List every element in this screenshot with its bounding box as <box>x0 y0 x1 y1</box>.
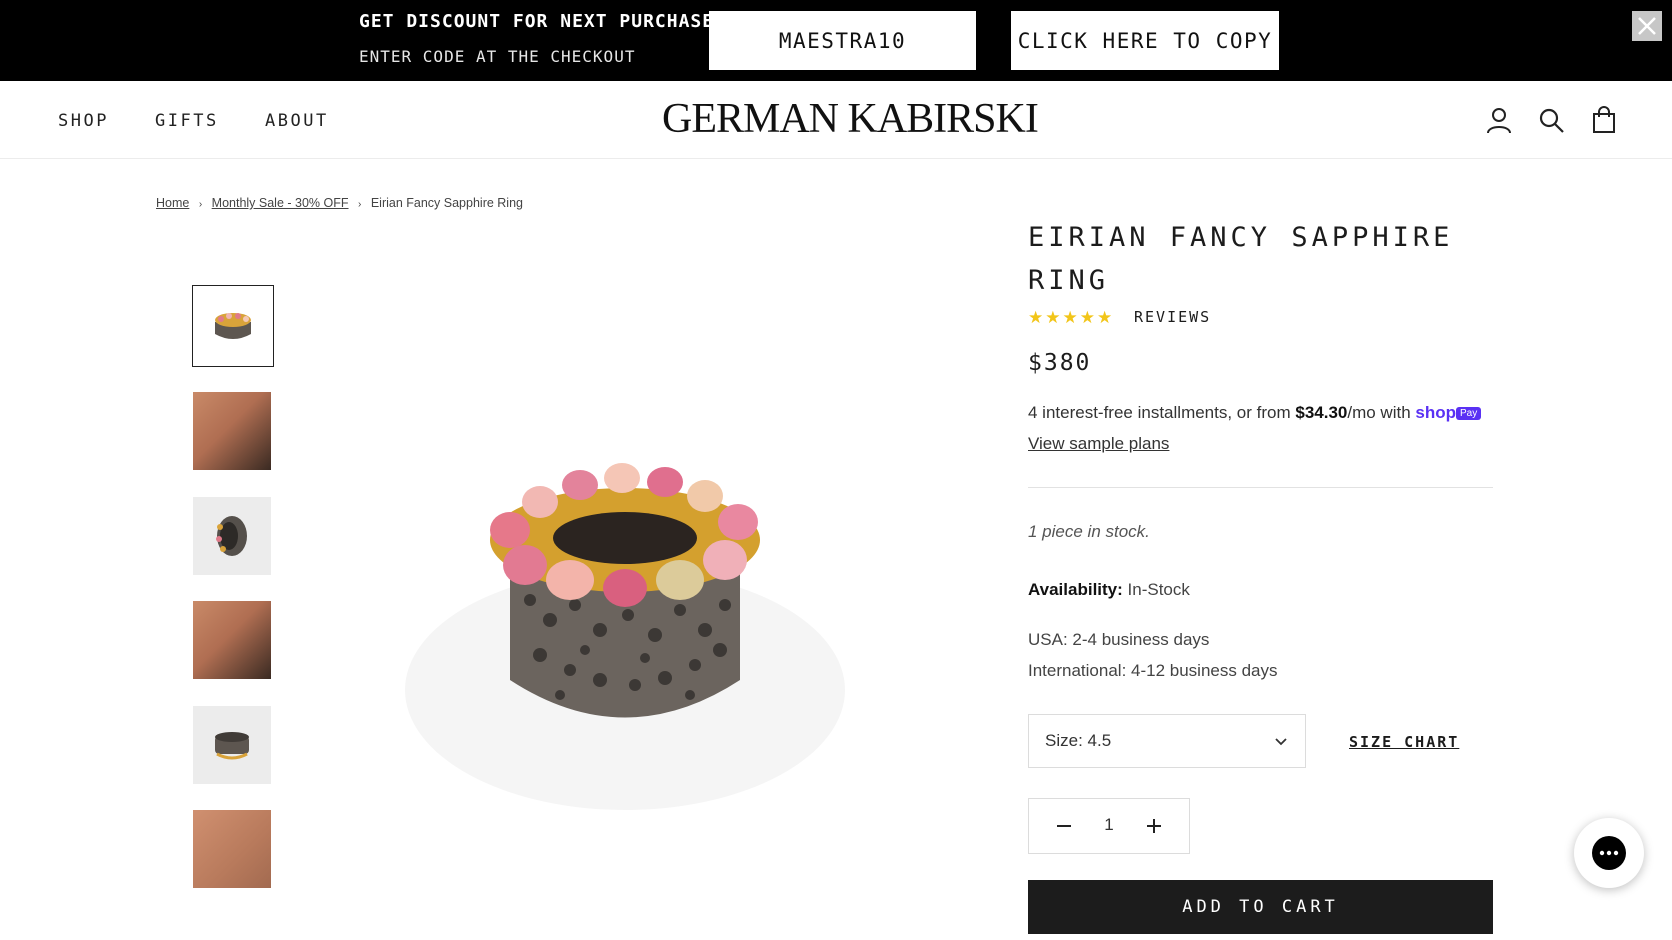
chevron-down-icon <box>1275 738 1287 746</box>
shipping-international: International: 4-12 business days <box>1028 661 1278 680</box>
main-product-image[interactable] <box>400 430 850 860</box>
installments-suffix: /mo with <box>1347 403 1416 422</box>
breadcrumb-current: Eirian Fancy Sapphire Ring <box>370 196 523 210</box>
divider <box>1028 487 1493 488</box>
product-thumbnail[interactable] <box>193 810 271 888</box>
ring-side-thumbnail-image <box>216 516 247 556</box>
copy-code-button[interactable]: CLICK HERE TO COPY <box>1011 11 1279 70</box>
ring-thumbnail-image <box>193 286 273 366</box>
reviews-link[interactable]: REVIEWS <box>1134 308 1211 326</box>
size-chart-link[interactable]: SIZE CHART <box>1349 733 1459 751</box>
minus-icon[interactable] <box>1053 815 1075 837</box>
breadcrumb: Home › Monthly Sale - 30% OFF › Eirian F… <box>156 196 523 210</box>
close-promo-button[interactable] <box>1632 11 1662 41</box>
account-icon[interactable] <box>1484 105 1514 135</box>
product-thumbnail[interactable] <box>193 706 271 784</box>
shop-pay-logo: shop <box>1415 403 1457 422</box>
quantity-stepper: 1 <box>1028 798 1190 854</box>
size-selected-value: Size: 4.5 <box>1045 731 1112 750</box>
product-thumbnail[interactable] <box>193 601 271 679</box>
breadcrumb-separator: › <box>198 199 203 210</box>
chat-icon <box>1592 836 1626 870</box>
shipping-usa: USA: 2-4 business days <box>1028 630 1210 649</box>
product-thumbnail[interactable] <box>193 392 271 470</box>
quantity-input[interactable]: 1 <box>1091 815 1127 835</box>
breadcrumb-category[interactable]: Monthly Sale - 30% OFF <box>212 196 349 210</box>
promo-bar: GET DISCOUNT FOR NEXT PURCHASE ENTER COD… <box>0 0 1672 81</box>
add-to-cart-button[interactable]: ADD TO CART <box>1028 880 1493 934</box>
promo-headline: GET DISCOUNT FOR NEXT PURCHASE <box>359 11 715 32</box>
search-icon[interactable] <box>1536 105 1566 135</box>
installments-text: 4 interest-free installments, or from $3… <box>1028 403 1482 423</box>
availability-value: In-Stock <box>1122 580 1190 599</box>
size-select[interactable]: Size: 4.5 <box>1028 714 1306 768</box>
chat-dots-icon <box>1599 850 1619 856</box>
cart-bag-icon[interactable] <box>1589 105 1619 135</box>
brand-logo[interactable]: GERMAN KABIRSKI <box>662 97 1039 141</box>
view-sample-plans-link[interactable]: View sample plans <box>1028 434 1169 454</box>
nav-gifts[interactable]: GIFTS <box>155 111 219 131</box>
site-header: SHOP GIFTS ABOUT GERMAN KABIRSKI <box>0 81 1672 159</box>
chat-widget-button[interactable] <box>1574 818 1644 888</box>
product-price: $380 <box>1028 350 1092 376</box>
product-title: EIRIAN FANCY SAPPHIRE RING <box>1028 222 1454 296</box>
stock-text: 1 piece in stock. <box>1028 522 1150 541</box>
installments-amount: $34.30 <box>1295 403 1348 422</box>
nav-shop[interactable]: SHOP <box>58 111 109 131</box>
availability-text: Availability: In-Stock <box>1028 580 1190 600</box>
discount-code-box[interactable]: MAESTRA10 <box>709 11 976 70</box>
product-thumbnail[interactable] <box>193 497 271 575</box>
breadcrumb-home[interactable]: Home <box>156 196 189 210</box>
breadcrumb-separator: › <box>358 199 362 210</box>
ring-top-thumbnail-image <box>215 732 249 760</box>
installments-prefix: 4 interest-free installments, or from <box>1028 403 1296 422</box>
promo-subline: ENTER CODE AT THE CHECKOUT <box>359 47 636 66</box>
nav-about[interactable]: ABOUT <box>265 111 329 131</box>
shop-pay-badge: Pay <box>1456 407 1482 420</box>
product-thumbnail[interactable] <box>192 285 274 367</box>
plus-icon[interactable] <box>1143 815 1165 837</box>
availability-label: Availability: <box>1028 580 1123 599</box>
close-icon <box>1638 17 1656 35</box>
rating-stars[interactable]: ★★★★★ <box>1028 308 1114 328</box>
